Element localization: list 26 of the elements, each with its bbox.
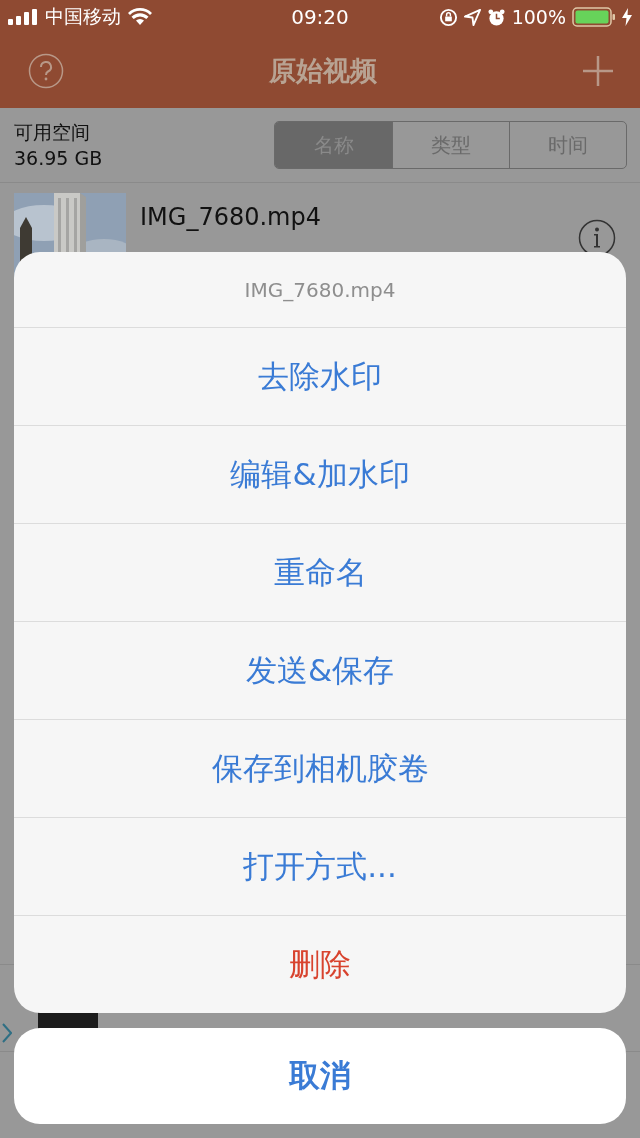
alarm-icon	[486, 7, 506, 27]
action-item[interactable]: 重命名	[14, 524, 626, 622]
nav-title: 原始视频	[269, 54, 377, 88]
wifi-icon	[128, 8, 152, 26]
action-item[interactable]: 打开方式...	[14, 818, 626, 916]
help-icon[interactable]	[28, 53, 64, 89]
action-item[interactable]: 发送&保存	[14, 622, 626, 720]
battery-icon	[572, 7, 616, 27]
sheet-title: IMG_7680.mp4	[244, 277, 396, 302]
rotation-lock-icon	[438, 7, 458, 27]
location-icon	[463, 8, 481, 26]
plus-icon[interactable]	[582, 55, 614, 87]
cancel-button[interactable]: 取消	[14, 1028, 626, 1124]
carrier-name: 中国移动	[45, 4, 121, 29]
action-item[interactable]: 保存到相机胶卷	[14, 720, 626, 818]
charging-icon	[622, 8, 632, 26]
storage-label: 可用空间	[14, 120, 91, 145]
battery-percent: 100%	[511, 6, 566, 28]
chevron-icon[interactable]	[2, 1023, 12, 1043]
file-name: IMG_7680.mp4	[140, 203, 322, 231]
action-item[interactable]: 编辑&加水印	[14, 426, 626, 524]
action-item[interactable]: 去除水印	[14, 328, 626, 426]
action-item[interactable]: 删除	[14, 916, 626, 1013]
signal-icon	[8, 9, 38, 25]
storage-value: 36.95 GB	[14, 146, 103, 171]
status-time: 09:20	[291, 5, 349, 29]
